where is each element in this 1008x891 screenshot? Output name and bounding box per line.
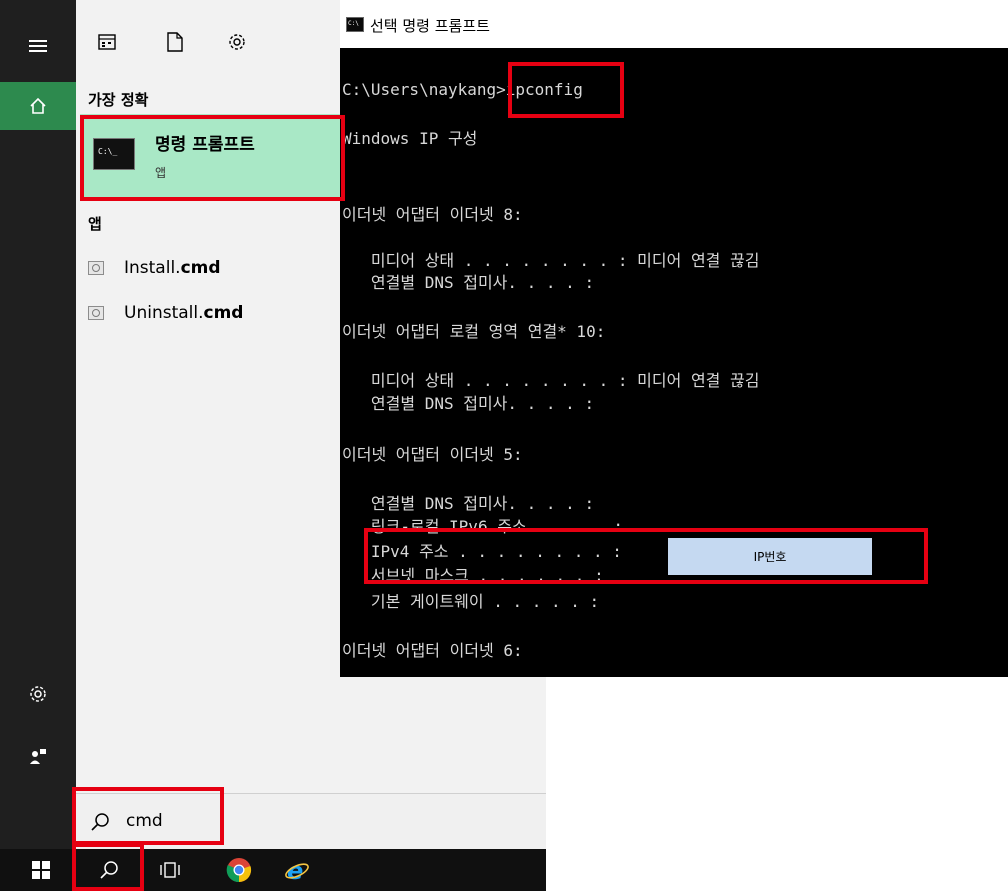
window-title: 선택 명령 프롬프트 xyxy=(370,17,490,35)
console-line: 이더넷 어댑터 이더넷 5: xyxy=(342,445,523,464)
chrome-icon xyxy=(226,858,252,883)
console-line: 연결별 DNS 접미사. . . . : xyxy=(342,394,595,413)
best-match-header: 가장 정확 xyxy=(88,91,149,109)
console-line: 이더넷 어댑터 로컬 영역 연결* 10: xyxy=(342,322,606,341)
app-extension: cmd xyxy=(203,303,244,323)
app-extension: cmd xyxy=(180,258,221,278)
console-line: 연결별 DNS 접미사. . . . : xyxy=(342,273,595,292)
chrome-taskbar-button[interactable] xyxy=(214,849,264,891)
console-line: 연결별 DNS 접미사. . . . : xyxy=(342,494,595,513)
taskbar-search-highlight xyxy=(72,843,144,891)
console-line: 이더넷 어댑터 이더넷 8: xyxy=(342,205,523,224)
search-box-highlight xyxy=(72,787,224,845)
gear-icon xyxy=(229,34,245,50)
user-feedback-icon xyxy=(30,749,46,764)
document-icon xyxy=(167,32,183,52)
start-menu-rail xyxy=(0,0,76,849)
gear-icon xyxy=(30,686,46,702)
document-filter-button[interactable] xyxy=(163,30,187,54)
script-file-icon xyxy=(88,261,104,275)
console-line: 기본 게이트웨이 . . . . . : xyxy=(342,592,600,611)
console-line: Windows IP 구성 xyxy=(342,129,478,148)
best-match-highlight xyxy=(80,115,345,201)
ipv4-highlight xyxy=(364,528,928,584)
task-view-icon xyxy=(160,862,180,878)
console-line: 미디어 상태 . . . . . . . . : 미디어 연결 끊김 xyxy=(342,371,760,390)
home-icon xyxy=(30,97,46,114)
feedback-button[interactable] xyxy=(0,732,76,780)
start-button[interactable] xyxy=(16,849,66,891)
settings-button[interactable] xyxy=(0,670,76,718)
internet-explorer-taskbar-button[interactable]: e xyxy=(272,849,322,891)
internet-explorer-icon: e xyxy=(285,857,309,883)
script-file-icon xyxy=(88,306,104,320)
app-name: Install. xyxy=(124,258,181,278)
windows-start-icon xyxy=(32,861,50,879)
apps-header: 앱 xyxy=(88,215,102,233)
app-name: Uninstall. xyxy=(124,303,204,323)
home-button[interactable] xyxy=(0,82,76,130)
console-line: 이더넷 어댑터 이더넷 6: xyxy=(342,641,523,660)
documents-filter-button[interactable] xyxy=(95,30,119,54)
console-line: 미디어 상태 . . . . . . . . : 미디어 연결 끊김 xyxy=(342,251,760,270)
ipconfig-highlight xyxy=(508,62,624,118)
command-prompt-icon: C:\ xyxy=(346,17,364,32)
task-view-button[interactable] xyxy=(145,849,195,891)
documents-grid-icon xyxy=(98,34,116,50)
hamburger-icon xyxy=(29,40,47,52)
window-title-bar[interactable]: C:\ 선택 명령 프롬프트 xyxy=(340,0,1008,48)
settings-filter-button[interactable] xyxy=(225,30,249,54)
hamburger-menu-button[interactable] xyxy=(0,22,76,70)
